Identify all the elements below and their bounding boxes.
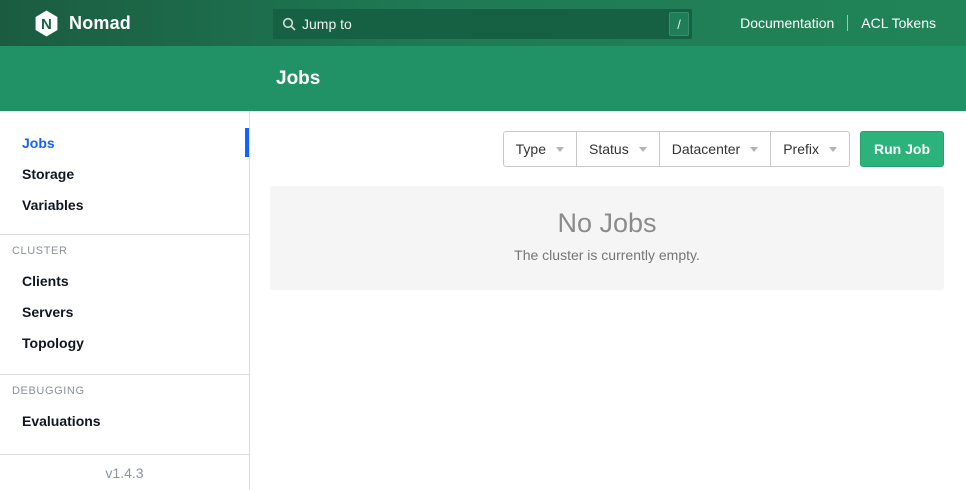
acl-tokens-link[interactable]: ACL Tokens (861, 15, 936, 31)
nomad-logo-icon: N (34, 10, 59, 37)
caret-down-icon (750, 147, 758, 152)
filter-button-group: Type Status Datacenter Prefix (503, 131, 850, 167)
version-label: v1.4.3 (0, 454, 249, 490)
search-icon (282, 17, 296, 31)
search-input[interactable] (302, 16, 669, 32)
sidebar-divider (0, 234, 249, 235)
sidebar-item-jobs[interactable]: Jobs (0, 127, 249, 158)
navbar-link-separator (847, 15, 848, 31)
filter-status-dropdown[interactable]: Status (577, 132, 660, 166)
empty-state-message: The cluster is currently empty. (270, 247, 944, 263)
caret-down-icon (639, 147, 647, 152)
active-indicator-bar (245, 128, 249, 157)
navbar-links: Documentation ACL Tokens (740, 15, 936, 31)
documentation-link[interactable]: Documentation (740, 15, 834, 31)
run-job-button[interactable]: Run Job (860, 131, 944, 167)
sidebar-section-cluster: CLUSTER (12, 245, 249, 257)
empty-state-title: No Jobs (270, 186, 944, 239)
brand[interactable]: N Nomad (34, 10, 131, 37)
filter-datacenter-dropdown[interactable]: Datacenter (660, 132, 771, 166)
sidebar-item-label: Jobs (22, 135, 55, 151)
sidebar-item-label: Servers (22, 304, 73, 320)
sidebar-item-label: Evaluations (22, 413, 101, 429)
brand-name: Nomad (69, 13, 131, 34)
sidebar-divider (0, 374, 249, 375)
sidebar-item-clients[interactable]: Clients (0, 265, 249, 296)
empty-state-panel: No Jobs The cluster is currently empty. (270, 186, 944, 290)
filter-label: Status (589, 141, 629, 157)
sidebar: Jobs Storage Variables CLUSTER Clients S… (0, 111, 250, 490)
sidebar-item-label: Storage (22, 166, 74, 182)
filter-type-dropdown[interactable]: Type (504, 132, 577, 166)
page-header: Jobs (0, 46, 966, 111)
filter-label: Type (516, 141, 546, 157)
caret-down-icon (556, 147, 564, 152)
svg-text:N: N (41, 15, 52, 32)
caret-down-icon (829, 147, 837, 152)
sidebar-item-label: Topology (22, 335, 84, 351)
sidebar-item-evaluations[interactable]: Evaluations (0, 405, 249, 436)
sidebar-item-storage[interactable]: Storage (0, 158, 249, 189)
main-layout: Jobs Storage Variables CLUSTER Clients S… (0, 111, 966, 490)
jobs-toolbar: Type Status Datacenter Prefix Run Job (270, 131, 944, 167)
sidebar-item-servers[interactable]: Servers (0, 296, 249, 327)
sidebar-item-label: Clients (22, 273, 69, 289)
keyboard-shortcut-badge: / (669, 12, 689, 36)
sidebar-item-topology[interactable]: Topology (0, 327, 249, 358)
filter-label: Prefix (783, 141, 819, 157)
content-area: Type Status Datacenter Prefix Run Job (250, 111, 966, 490)
sidebar-item-variables[interactable]: Variables (0, 189, 249, 220)
filter-label: Datacenter (672, 141, 740, 157)
top-navbar: N Nomad / Documentation ACL Tokens (0, 0, 966, 46)
page-title: Jobs (276, 68, 320, 90)
sidebar-item-label: Variables (22, 197, 84, 213)
sidebar-section-debugging: DEBUGGING (12, 385, 249, 397)
jump-to-search[interactable]: / (273, 9, 692, 39)
filter-prefix-dropdown[interactable]: Prefix (771, 132, 849, 166)
